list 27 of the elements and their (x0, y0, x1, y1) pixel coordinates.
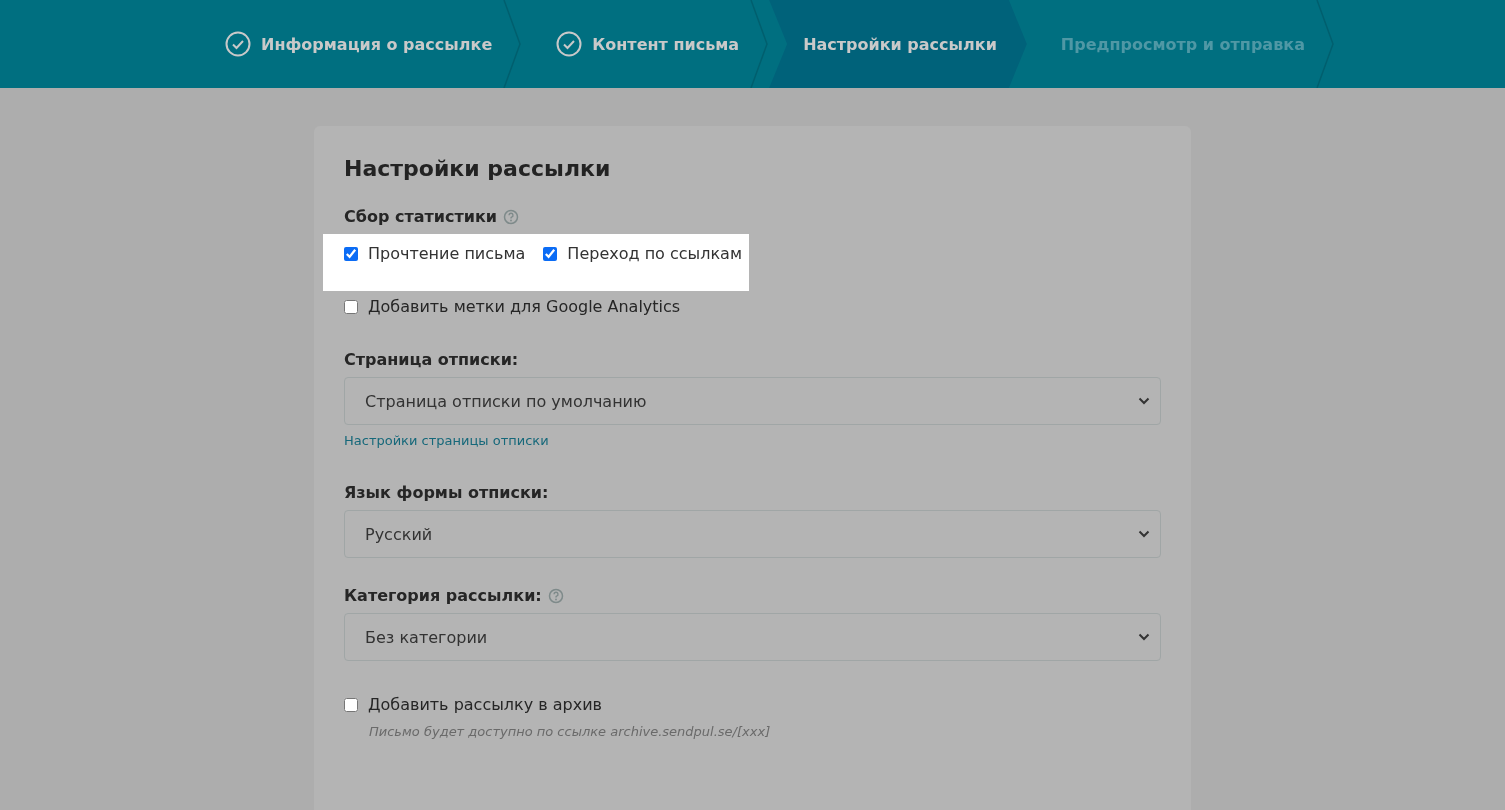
wizard-step[interactable]: Настройки рассылки (769, 0, 1027, 88)
dropdown[interactable]: Страница отписки по умолчанию (344, 377, 1161, 425)
wizard-step[interactable]: Контент письма (522, 0, 770, 88)
checkbox-label: Добавить метки для Google Analytics (368, 297, 681, 316)
checkbox-label: Добавить рассылку в архив (368, 695, 603, 714)
field-label: Категория рассылки: (344, 586, 542, 605)
chevron-divider-icon (750, 0, 771, 88)
checkbox-label: Прочтение письма (368, 244, 526, 263)
checkbox[interactable] (344, 246, 358, 261)
chevron-divider-icon (503, 0, 524, 88)
checkbox[interactable] (344, 299, 358, 314)
chevron-divider-icon (1315, 0, 1336, 88)
settings-link[interactable]: Настройки страницы отписки (344, 433, 549, 448)
checkbox[interactable] (344, 697, 358, 712)
field-label: Язык формы отписки: (344, 483, 549, 502)
card-title: Настройки рассылки (344, 156, 612, 181)
field-label: Страница отписки: (344, 350, 519, 369)
checkbox-label: Переход по ссылкам (567, 244, 742, 263)
chevron-down-icon (1138, 633, 1150, 641)
checkbox[interactable] (543, 246, 558, 261)
chevron-down-icon (1138, 397, 1150, 405)
field-label: Сбор статистики (344, 207, 497, 226)
hint-text: Письмо будет доступно по ссылке archive.sendpul.se/[xxx] (369, 724, 772, 739)
dropdown[interactable]: Русский (344, 510, 1161, 558)
wizard-step[interactable]: Информация о рассылке (187, 0, 523, 88)
dropdown[interactable]: Без категории (344, 613, 1161, 661)
chevron-down-icon (1138, 530, 1150, 538)
